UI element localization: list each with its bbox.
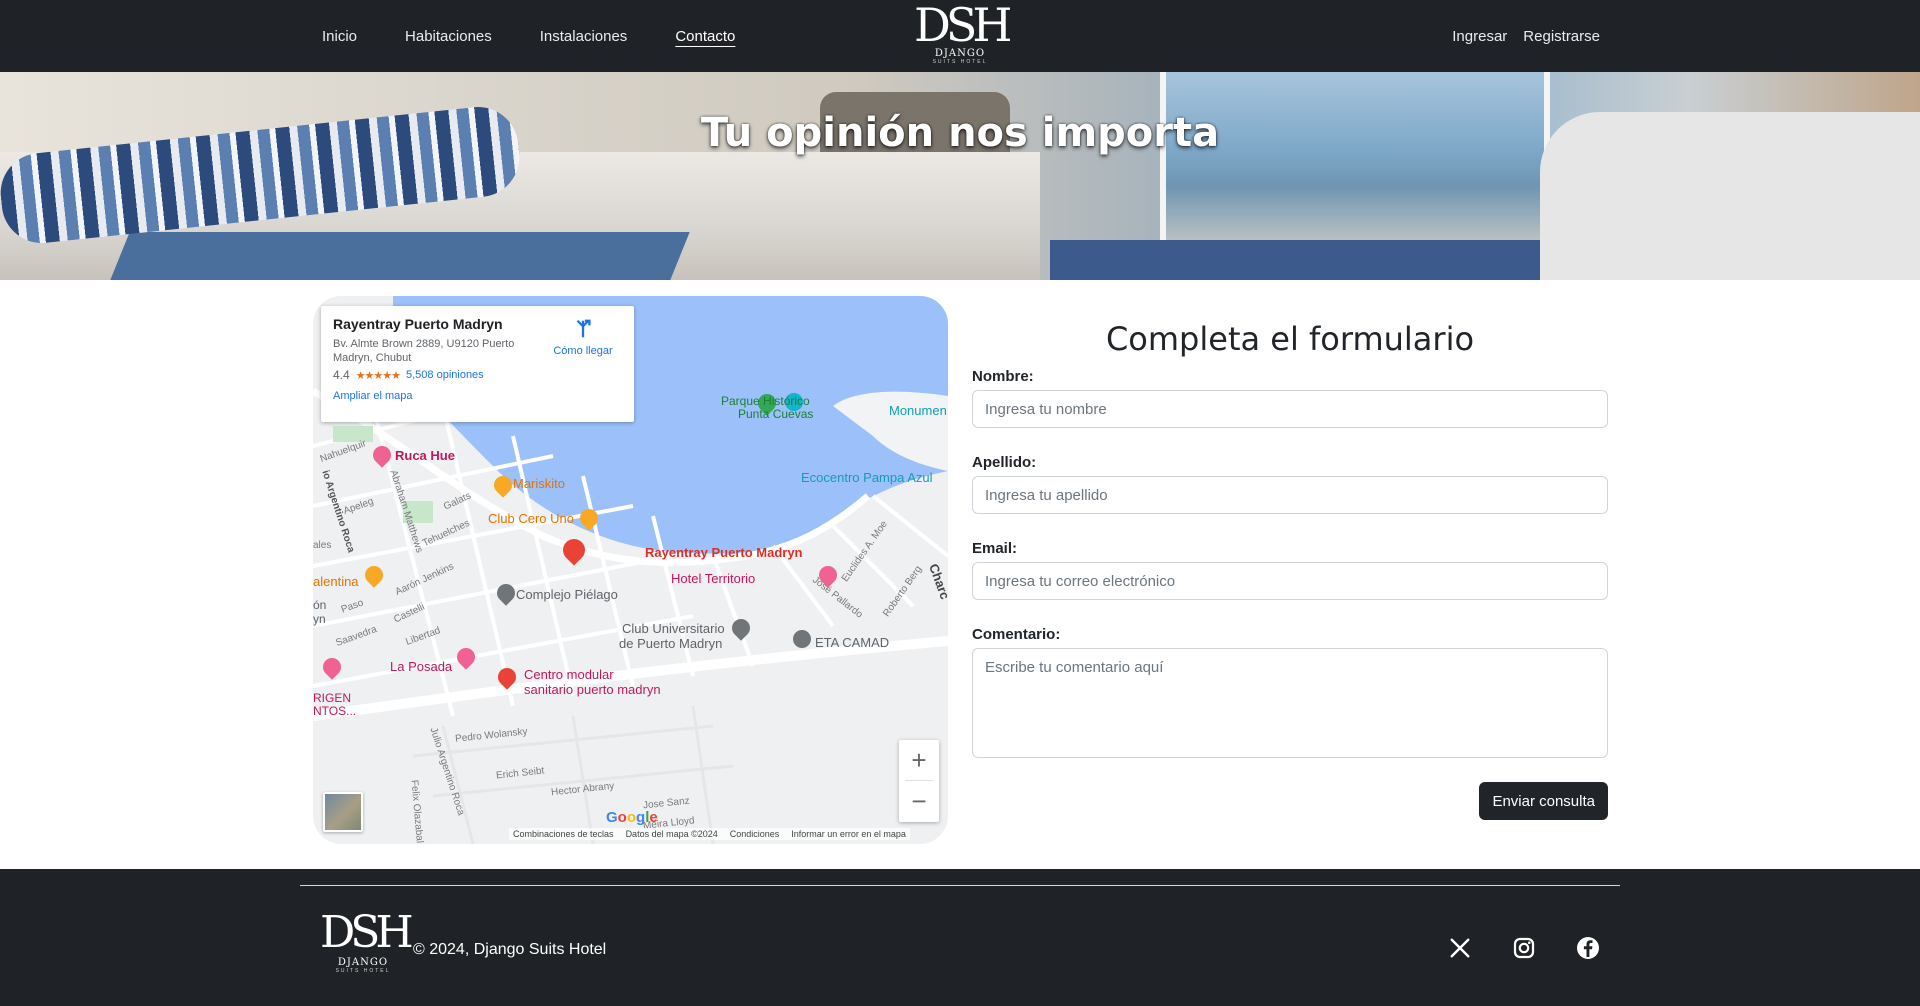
map-label: ETA CAMAD bbox=[815, 635, 890, 650]
email-input[interactable]: Ingresa tu correo electrónico bbox=[972, 562, 1608, 600]
map-label: Club Cero Uno bbox=[488, 511, 574, 526]
copyright-text: © 2024, Django Suits Hotel bbox=[413, 941, 607, 958]
zoom-in-button[interactable]: + bbox=[899, 740, 939, 780]
register-link[interactable]: Registrarse bbox=[1523, 28, 1600, 45]
nombre-label: Nombre: bbox=[972, 368, 1034, 385]
hotel-logo[interactable]: DSH DJANGO SUITS HOTEL bbox=[914, 0, 1013, 68]
google-logo: Google bbox=[606, 809, 658, 826]
map-label: Centro modular bbox=[524, 667, 614, 682]
map-label: Ecocentro Pampa Azul bbox=[801, 470, 933, 485]
map-label: de Puerto Madryn bbox=[619, 636, 723, 651]
map-attribution: Combinaciones de teclas Datos del mapa ©… bbox=[509, 828, 910, 840]
auth-links: Ingresar Registrarse bbox=[1452, 0, 1600, 72]
rating-value: 4.4 bbox=[333, 368, 350, 382]
satellite-view-toggle[interactable] bbox=[323, 792, 363, 832]
keyboard-shortcuts-link[interactable]: Combinaciones de teclas bbox=[513, 829, 614, 839]
report-error-link[interactable]: Informar un error en el mapa bbox=[791, 829, 906, 839]
x-icon[interactable] bbox=[1447, 935, 1473, 961]
place-rating: 4.4 ★★★★★ 5,508 opiniones bbox=[333, 368, 622, 382]
nav-link-contacto[interactable]: Contacto bbox=[675, 28, 735, 45]
email-label: Email: bbox=[972, 540, 1018, 557]
star-icon: ★★★★★ bbox=[355, 369, 401, 382]
map-label: Punta Cuevas bbox=[738, 407, 814, 421]
hero-blanket-image bbox=[110, 232, 690, 280]
street-label: ales bbox=[313, 540, 332, 551]
footer: DSH DJANGO SUITS HOTEL © 2024, Django Su… bbox=[0, 869, 1920, 1006]
nombre-input[interactable]: Ingresa tu nombre bbox=[972, 390, 1608, 428]
submit-button[interactable]: Enviar consulta bbox=[1479, 782, 1608, 820]
school-pin-icon[interactable] bbox=[793, 630, 811, 648]
footer-logo-name: DJANGO bbox=[337, 957, 389, 968]
instagram-icon[interactable] bbox=[1511, 935, 1537, 961]
footer-divider bbox=[300, 885, 1620, 886]
nav-links: Inicio Habitaciones Instalaciones Contac… bbox=[322, 0, 735, 72]
hero-title: Tu opinión nos importa bbox=[700, 110, 1220, 156]
enlarge-map-link[interactable]: Ampliar el mapa bbox=[333, 390, 412, 402]
map-label: yn bbox=[313, 612, 326, 626]
apellido-input[interactable]: Ingresa tu apellido bbox=[972, 476, 1608, 514]
map-label: La Posada bbox=[390, 659, 453, 674]
zoom-controls: + − bbox=[899, 740, 939, 822]
navbar: Inicio Habitaciones Instalaciones Contac… bbox=[0, 0, 1920, 72]
nav-link-inicio[interactable]: Inicio bbox=[322, 28, 357, 45]
footer-logo-sub: SUITS HOTEL bbox=[335, 968, 391, 974]
footer-logo-mark: DSH bbox=[320, 907, 414, 958]
directions-label: Cómo llegar bbox=[553, 345, 613, 357]
comentario-textarea[interactable]: Escribe tu comentario aquí bbox=[972, 648, 1608, 758]
map-label: Hotel Territorio bbox=[671, 571, 756, 586]
hero-window-image bbox=[1160, 72, 1550, 262]
map-label: Mariskito bbox=[513, 476, 566, 491]
form-title: Completa el formulario bbox=[1105, 320, 1475, 358]
login-link[interactable]: Ingresar bbox=[1452, 28, 1507, 45]
map-label: Rayentray Puerto Madryn bbox=[645, 545, 803, 560]
place-address: Bv. Almte Brown 2889, U9120 Puerto Madry… bbox=[333, 338, 515, 364]
logo-mark: DSH bbox=[914, 0, 1013, 52]
map-label: Club Universitario bbox=[622, 621, 725, 636]
map-place-card: Rayentray Puerto Madryn Bv. Almte Brown … bbox=[321, 306, 634, 422]
map-label: RIGEN bbox=[313, 691, 352, 705]
logo-sub: SUITS HOTEL bbox=[932, 59, 988, 65]
map-label: alentina bbox=[313, 574, 359, 589]
nav-link-instalaciones[interactable]: Instalaciones bbox=[540, 28, 628, 45]
directions-button[interactable]: Cómo llegar bbox=[548, 318, 618, 357]
nav-link-habitaciones[interactable]: Habitaciones bbox=[405, 28, 492, 45]
zoom-out-button[interactable]: − bbox=[899, 781, 939, 821]
map-label: Monumen bbox=[889, 403, 947, 418]
apellido-label: Apellido: bbox=[972, 454, 1037, 471]
map-label: Complejo Piélago bbox=[516, 587, 618, 602]
embedded-map[interactable]: Rayentray Puerto Madryn Bv. Almte Brown … bbox=[313, 296, 948, 844]
reviews-link[interactable]: 5,508 opiniones bbox=[406, 369, 484, 381]
map-label: Parque Histórico bbox=[721, 394, 810, 408]
facebook-icon[interactable] bbox=[1575, 935, 1601, 961]
map-data-label: Datos del mapa ©2024 bbox=[625, 829, 718, 839]
hero-banner: Tu opinión nos importa bbox=[0, 72, 1920, 280]
map-label: sanitario puerto madryn bbox=[524, 682, 661, 697]
comentario-label: Comentario: bbox=[972, 626, 1061, 643]
map-label: Ruca Hue bbox=[395, 448, 455, 463]
map-label: ón bbox=[313, 598, 327, 612]
footer-logo[interactable]: DSH DJANGO SUITS HOTEL bbox=[320, 907, 414, 975]
directions-icon bbox=[548, 318, 618, 345]
terms-link[interactable]: Condiciones bbox=[730, 829, 780, 839]
map-label: NTOS... bbox=[313, 704, 357, 718]
